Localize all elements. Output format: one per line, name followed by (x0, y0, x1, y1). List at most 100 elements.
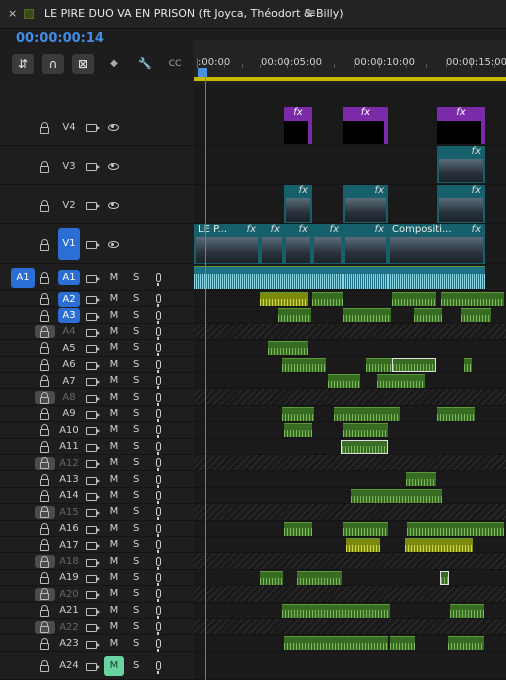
track-name-v4[interactable]: V4 (58, 120, 80, 135)
sync-lock-icon[interactable] (86, 591, 100, 600)
track-name-a10[interactable]: A10 (58, 423, 80, 438)
lock-icon[interactable] (40, 271, 49, 284)
audio-clip[interactable] (268, 341, 308, 356)
lock-icon[interactable] (40, 457, 49, 470)
mute-button[interactable]: M (107, 474, 121, 485)
voiceover-record-icon[interactable] (156, 638, 161, 652)
sync-lock-icon[interactable] (86, 410, 100, 419)
captions-icon[interactable]: CC (164, 54, 186, 74)
voiceover-record-icon[interactable] (156, 556, 161, 570)
mute-button[interactable]: M (107, 441, 121, 452)
track-name-a1[interactable]: A1 (58, 270, 80, 285)
voiceover-record-icon[interactable] (156, 490, 161, 504)
lock-icon[interactable] (40, 424, 49, 437)
track-name-a17[interactable]: A17 (58, 538, 80, 553)
track-name-a13[interactable]: A13 (58, 472, 80, 487)
sync-lock-icon[interactable] (86, 378, 100, 387)
audio-clip[interactable] (312, 266, 343, 289)
solo-button[interactable]: S (133, 572, 139, 583)
sync-lock-icon[interactable] (86, 162, 100, 171)
fx-clip[interactable]: fx (437, 107, 485, 144)
mute-button[interactable]: M (107, 621, 121, 632)
sync-lock-icon[interactable] (86, 296, 100, 305)
track-name-a7[interactable]: A7 (58, 374, 80, 389)
voiceover-record-icon[interactable] (156, 392, 161, 406)
lock-icon[interactable] (40, 621, 49, 634)
sync-lock-icon[interactable] (86, 123, 100, 132)
audio-clip[interactable] (282, 603, 390, 618)
track-name-a21[interactable]: A21 (58, 603, 80, 618)
audio-clip[interactable] (284, 521, 312, 536)
lock-icon[interactable] (40, 659, 49, 672)
solo-button[interactable]: S (133, 621, 139, 632)
voiceover-record-icon[interactable] (156, 474, 161, 488)
solo-button[interactable]: S (133, 523, 139, 534)
sync-lock-icon[interactable] (86, 394, 100, 403)
sync-lock-icon[interactable] (86, 509, 100, 518)
lock-icon[interactable] (40, 239, 49, 251)
audio-clip[interactable] (406, 472, 436, 487)
track-name-v1[interactable]: V1 (58, 228, 80, 260)
video-clip[interactable]: fx (437, 185, 485, 223)
lock-icon[interactable] (40, 588, 49, 601)
audio-track-row[interactable] (194, 504, 506, 521)
track-name-a23[interactable]: A23 (58, 636, 80, 651)
solo-button[interactable]: S (133, 359, 139, 370)
sequence-name[interactable]: LE PIRE DUO VA EN PRISON (ft Joyca, Théo… (44, 7, 344, 20)
audio-clip[interactable] (328, 374, 360, 388)
audio-clip[interactable] (284, 266, 312, 289)
mute-button[interactable]: M (107, 539, 121, 550)
sync-lock-icon[interactable] (86, 241, 100, 249)
audio-clip[interactable] (414, 308, 442, 323)
lock-icon[interactable] (40, 407, 49, 420)
audio-clip[interactable] (461, 308, 491, 323)
fx-clip[interactable]: fx (284, 107, 312, 144)
mute-button[interactable]: M (107, 605, 121, 616)
track-name-a19[interactable]: A19 (58, 570, 80, 585)
track-name-a20[interactable]: A20 (58, 587, 80, 602)
video-clip[interactable]: fx (260, 224, 284, 264)
audio-clip[interactable] (343, 266, 388, 289)
add-marker-icon[interactable]: ◆ (103, 54, 125, 74)
audio-clip[interactable] (392, 357, 436, 372)
fx-clip[interactable]: fx (343, 107, 388, 144)
audio-clip[interactable] (388, 266, 485, 289)
solo-button[interactable]: S (133, 457, 139, 468)
sync-lock-icon[interactable] (86, 443, 100, 452)
mute-button[interactable]: M (107, 342, 121, 353)
playhead-line[interactable] (205, 76, 206, 680)
video-clip[interactable]: fx (312, 224, 343, 264)
solo-button[interactable]: S (133, 408, 139, 419)
audio-clip[interactable] (284, 423, 312, 438)
video-clip[interactable]: fx LE P... (194, 224, 260, 264)
mute-button[interactable]: M (107, 359, 121, 370)
audio-clip[interactable] (334, 406, 400, 421)
audio-clip[interactable] (343, 521, 388, 536)
panel-menu-icon[interactable]: ≡ (306, 6, 316, 20)
track-name-a5[interactable]: A5 (58, 341, 80, 356)
audio-clip[interactable] (260, 570, 283, 585)
lock-icon[interactable] (40, 293, 49, 306)
sync-lock-icon[interactable] (86, 624, 100, 633)
voiceover-record-icon[interactable] (156, 572, 161, 586)
audio-clip[interactable] (260, 292, 308, 306)
linked-selection-icon[interactable]: ⊠ (72, 54, 94, 74)
audio-track-row[interactable] (194, 652, 506, 680)
audio-track-row[interactable] (194, 323, 506, 341)
mute-button[interactable]: M (107, 457, 121, 468)
eye-visibility-icon[interactable] (108, 201, 119, 209)
lock-icon[interactable] (40, 375, 49, 388)
lock-icon[interactable] (40, 571, 49, 584)
solo-button[interactable]: S (133, 490, 139, 501)
mute-button[interactable]: M (107, 638, 121, 649)
mute-button[interactable]: M (104, 655, 124, 676)
in-out-range-bar[interactable] (194, 77, 506, 81)
voiceover-record-icon[interactable] (156, 507, 161, 521)
sync-lock-icon[interactable] (86, 361, 100, 370)
audio-clip[interactable] (407, 521, 504, 536)
track-name-a2[interactable]: A2 (58, 291, 80, 307)
mute-button[interactable]: M (107, 556, 121, 567)
solo-button[interactable]: S (133, 326, 139, 337)
track-name-a22[interactable]: A22 (58, 620, 80, 635)
track-area[interactable]: fx fx fx fx fx fx fx fx LE P... fx fx fx fx fx Composi… (194, 86, 506, 680)
